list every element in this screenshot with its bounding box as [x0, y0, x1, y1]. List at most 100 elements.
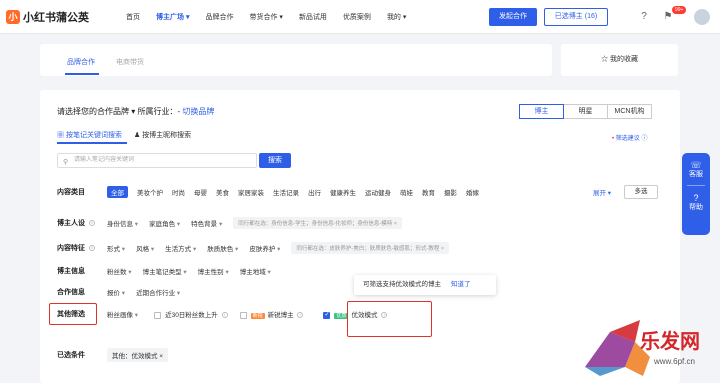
- blogger-info-row: 博主信息 粉丝数 博主笔记类型 博主性别 博主地域: [57, 264, 282, 278]
- peer-suggestion[interactable]: 同行都在选：身份信息-学生；身份信息-化妆师；身份信息-模特 ×: [233, 217, 402, 229]
- notification-badge: 99+: [672, 6, 687, 14]
- search-button[interactable]: 搜索: [259, 153, 291, 168]
- tab-keyword-search[interactable]: ▦ 按笔记关键词搜索: [57, 130, 122, 140]
- nav-brand-coop[interactable]: 品牌合作: [205, 12, 233, 22]
- info-icon: i: [297, 312, 304, 319]
- multi-select-button[interactable]: 多选: [624, 185, 658, 199]
- divider: [687, 185, 705, 186]
- search-icon: ⚲: [63, 159, 69, 166]
- nav-home[interactable]: 首页: [126, 12, 140, 22]
- effective-mode-tooltip: 可筛选支持优效模式的博主 知道了: [354, 275, 496, 295]
- avatar[interactable]: [694, 9, 710, 25]
- customer-service-label: 客服: [689, 171, 703, 178]
- feature-dropdown[interactable]: 生活方式: [165, 243, 196, 253]
- nav-mine-label: 我的: [386, 14, 401, 21]
- logo-mark: 小: [6, 10, 20, 24]
- persona-dropdown[interactable]: 家庭角色: [149, 218, 180, 228]
- info-dropdown[interactable]: 博主地域: [240, 266, 271, 276]
- help-button[interactable]: ? 帮助: [682, 194, 710, 212]
- nav-product-trial[interactable]: 新品试用: [299, 12, 327, 22]
- checkbox[interactable]: [154, 311, 162, 319]
- coop-dropdown[interactable]: 报价: [107, 287, 125, 297]
- tooltip-dismiss[interactable]: 知道了: [451, 281, 471, 288]
- row-label: 内容特征 i: [57, 243, 107, 253]
- info-dropdown[interactable]: 博主性别: [198, 266, 229, 276]
- feature-dropdown[interactable]: 形式: [107, 243, 125, 253]
- help-circle-icon: ?: [693, 193, 699, 203]
- app-name: 小红书蒲公英: [23, 12, 89, 24]
- search-placeholder: 请输入笔记内容关键词: [74, 157, 135, 163]
- highlight-box: [347, 301, 432, 337]
- customer-service-button[interactable]: ☏ 客服: [682, 161, 710, 179]
- feature-dropdown[interactable]: 肤质肤色: [207, 243, 238, 253]
- category-chip[interactable]: 摄影: [444, 187, 457, 197]
- category-chip[interactable]: 婚嫁: [466, 187, 479, 197]
- nav-sales-coop-label: 带货合作: [249, 14, 278, 21]
- segment-star[interactable]: 明星: [563, 104, 608, 119]
- nav-blogger-square-label: 博主广场: [156, 14, 184, 21]
- fan-profile-dropdown[interactable]: 粉丝画像: [107, 309, 138, 319]
- logo[interactable]: 小 小红书蒲公英: [6, 9, 89, 25]
- highlight-box: [49, 303, 97, 325]
- checkbox-checked[interactable]: ✓: [323, 311, 331, 319]
- category-chip[interactable]: 萌娃: [400, 187, 413, 197]
- subtab-indicator: [57, 142, 127, 144]
- category-chip[interactable]: 教育: [422, 187, 435, 197]
- fans-rising-checkbox[interactable]: 近30日粉丝数上升 i: [154, 309, 228, 319]
- tab-keyword-search-label: 按笔记关键词搜索: [65, 132, 122, 139]
- nav-sales-coop[interactable]: 带货合作 ▾: [249, 12, 282, 22]
- search-input[interactable]: ⚲ 请输入笔记内容关键词: [57, 153, 257, 168]
- row-label: 已选条件: [57, 352, 85, 359]
- headset-icon: ☏: [690, 160, 702, 170]
- filter-suggestion-link[interactable]: • 筛选建议 ⓘ: [612, 133, 647, 142]
- switch-brand-link[interactable]: 切换品牌: [182, 107, 214, 116]
- other-filter-row: 其他筛选 粉丝画像 近30日粉丝数上升 i 新锐新锐博主 i ✓优质优效模式 i: [57, 307, 388, 321]
- row-label-text: 博主人设: [57, 220, 85, 227]
- category-chip[interactable]: 时尚: [172, 187, 185, 197]
- tab-nickname-search[interactable]: ♟ 按博主昵称搜索: [134, 130, 191, 140]
- selected-condition-tag[interactable]: 其他：优效模式 ×: [107, 348, 169, 362]
- main-nav: 首页 博主广场 ▾ 品牌合作 带货合作 ▾ 新品试用 优质案例 我的 ▾: [126, 12, 422, 22]
- persona-dropdown[interactable]: 身份信息: [107, 218, 138, 228]
- checkbox[interactable]: [239, 311, 247, 319]
- tab-ecommerce[interactable]: 电商带货: [116, 57, 144, 67]
- info-dropdown[interactable]: 粉丝数: [107, 266, 132, 276]
- my-favorites-button[interactable]: ☆ 我的收藏: [561, 44, 678, 76]
- category-chip[interactable]: 生活记录: [273, 187, 299, 197]
- category-chip[interactable]: 美食: [216, 187, 229, 197]
- persona-row: 博主人设 i 身份信息 家庭角色 特色背景 同行都在选：身份信息-学生；身份信息…: [57, 216, 402, 230]
- nav-mine[interactable]: 我的 ▾: [387, 12, 406, 22]
- category-chip[interactable]: 运动健身: [365, 187, 391, 197]
- category-chip[interactable]: 美妆个护: [137, 187, 163, 197]
- row-label: 内容类目: [57, 189, 85, 196]
- search-mode-tabs: ▦ 按笔记关键词搜索 ♟ 按博主昵称搜索: [57, 130, 203, 140]
- segment-mcn[interactable]: MCN机构: [607, 104, 652, 119]
- peer-suggestion[interactable]: 同行都在选：皮肤养护-美白；肤质肤色-敏感肌；形式-教程 ×: [291, 242, 450, 254]
- info-dropdown[interactable]: 博主笔记类型: [143, 266, 187, 276]
- category-chip[interactable]: 母婴: [194, 187, 207, 197]
- selected-bloggers-button[interactable]: 已选博主 (16): [544, 8, 608, 26]
- nav-blogger-square[interactable]: 博主广场 ▾: [156, 12, 189, 22]
- help-icon[interactable]: ?: [638, 11, 650, 23]
- persona-dropdown[interactable]: 特色背景: [191, 218, 222, 228]
- tooltip-text: 可筛选支持优效模式的博主: [363, 281, 441, 288]
- start-coop-button[interactable]: 发起合作: [489, 8, 537, 26]
- feature-dropdown[interactable]: 皮肤养护: [249, 243, 280, 253]
- category-chip[interactable]: 全部: [107, 186, 128, 198]
- expand-button[interactable]: 展开 ▾: [593, 187, 611, 197]
- category-chip[interactable]: 家居家装: [238, 187, 264, 197]
- feature-dropdown[interactable]: 风格: [136, 243, 154, 253]
- new-blogger-checkbox[interactable]: 新锐 新锐博主 i: [239, 309, 304, 319]
- coop-dropdown[interactable]: 近期合作行业: [136, 287, 180, 297]
- watermark-text: 乐发网: [640, 329, 700, 353]
- row-label-text: 内容特征: [57, 245, 85, 252]
- brand-selector[interactable]: 请选择您的合作品牌 ▾ 所属行业：- 切换品牌: [57, 106, 214, 117]
- brand-selector-label: 请选择您的合作品牌 ▾ 所属行业：-: [57, 107, 183, 116]
- category-chip[interactable]: 出行: [308, 187, 321, 197]
- segment-blogger[interactable]: 博主: [519, 104, 564, 119]
- nav-cases[interactable]: 优质案例: [343, 12, 371, 22]
- content-feature-row: 内容特征 i 形式 风格 生活方式 肤质肤色 皮肤养护 同行都在选：皮肤养护-美…: [57, 241, 450, 255]
- category-chip[interactable]: 健康养生: [330, 187, 356, 197]
- help-label: 帮助: [689, 204, 703, 211]
- tab-brand-coop[interactable]: 品牌合作: [67, 57, 95, 67]
